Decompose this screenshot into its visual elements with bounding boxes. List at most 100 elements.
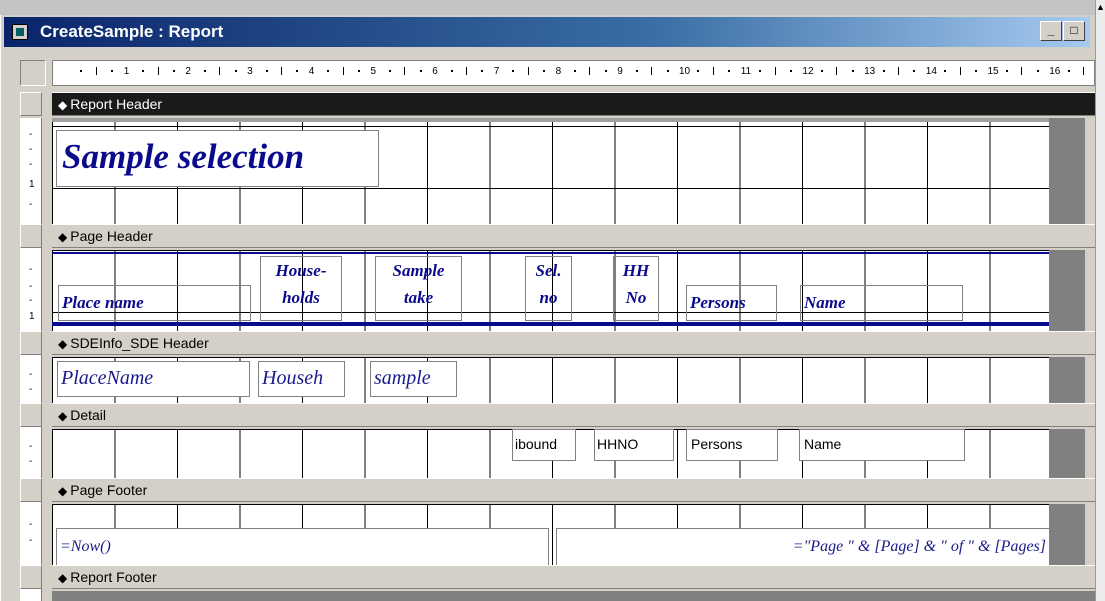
- vruler-number: 1: [29, 179, 35, 190]
- vruler-dash: -: [29, 519, 33, 530]
- unbound-field[interactable]: ibound: [512, 429, 576, 461]
- ruler-tick: [157, 67, 159, 75]
- households-field[interactable]: Househ: [258, 361, 345, 397]
- section-arrow-icon: ◆: [58, 230, 68, 244]
- sample-field[interactable]: sample: [370, 361, 457, 397]
- section-bar-report-header[interactable]: ◆ Report Header: [52, 92, 1095, 116]
- ruler-tick: [759, 70, 762, 72]
- section-label: Page Header: [70, 228, 153, 244]
- ruler-tick: [280, 67, 282, 75]
- window-title: CreateSample : Report: [40, 22, 224, 41]
- ruler-tick: [789, 70, 792, 72]
- ruler-tick: [543, 70, 546, 72]
- persons-field[interactable]: Persons: [686, 429, 778, 461]
- section-label: SDEInfo_SDE Header: [70, 335, 209, 351]
- ruler-tick: [203, 70, 206, 72]
- ruler-tick: [419, 70, 422, 72]
- sel-no-label[interactable]: Sel. no: [525, 256, 572, 321]
- ruler-tick: [882, 70, 885, 72]
- top-strip: [0, 0, 1105, 15]
- maximize-button[interactable]: □: [1063, 21, 1085, 41]
- vertical-scrollbar[interactable]: [1095, 0, 1105, 601]
- header-top-line: [52, 252, 1049, 254]
- section-bar-report-footer[interactable]: ◆ Report Footer: [52, 565, 1095, 589]
- vruler-dash: -: [29, 441, 33, 452]
- place-name-label[interactable]: Place name: [58, 285, 251, 321]
- ruler-tick: [1036, 70, 1039, 72]
- ruler-tick: [234, 70, 237, 72]
- section-selector-page-footer[interactable]: [20, 478, 42, 502]
- ruler-number: 1: [123, 66, 130, 77]
- section-selector-report-header[interactable]: [20, 92, 42, 116]
- header-bottom-line: [52, 322, 1049, 326]
- ruler-tick: [651, 67, 653, 75]
- ruler-tick: [774, 67, 776, 75]
- ruler-tick: [574, 70, 577, 72]
- ruler-number: 11: [740, 66, 752, 77]
- vruler-dash: -: [29, 456, 33, 467]
- vruler-dash: -: [29, 264, 33, 275]
- vruler-dash: -: [29, 369, 33, 380]
- section-bar-group-header[interactable]: ◆ SDEInfo_SDE Header: [52, 331, 1095, 355]
- ruler-tick: [944, 70, 947, 72]
- section-bar-page-footer[interactable]: ◆ Page Footer: [52, 478, 1095, 502]
- report-title-label[interactable]: Sample selection: [56, 130, 379, 187]
- section-selector-group-header[interactable]: [20, 331, 42, 355]
- section-gray-margin: [1049, 504, 1085, 565]
- ruler-tick: [589, 67, 591, 75]
- report-footer-area[interactable]: [52, 591, 1095, 601]
- section-arrow-icon: ◆: [58, 337, 68, 351]
- ruler-tick: [481, 70, 484, 72]
- ruler-tick: [712, 67, 714, 75]
- ruler-tick: [450, 70, 453, 72]
- ruler-number: 7: [493, 66, 500, 77]
- ruler-tick: [95, 67, 97, 75]
- ruler-number: 13: [864, 66, 876, 77]
- ruler-tick: [836, 67, 838, 75]
- ruler-number: 16: [1049, 66, 1061, 77]
- ruler-number: 15: [987, 66, 999, 77]
- ruler-tick: [635, 70, 638, 72]
- households-label[interactable]: House- holds: [260, 256, 342, 321]
- ruler-tick: [172, 70, 175, 72]
- vruler-dash: -: [29, 129, 33, 140]
- ruler-tick: [142, 70, 145, 72]
- persons-label[interactable]: Persons: [686, 285, 777, 321]
- vruler-dash: -: [29, 535, 33, 546]
- ruler-tick: [1083, 67, 1085, 75]
- sample-take-label[interactable]: Sample take: [375, 256, 462, 321]
- scroll-up-arrow-icon[interactable]: ▲: [1096, 2, 1105, 12]
- page-number-field[interactable]: ="Page " & [Page] & " of " & [Pages]: [556, 528, 1050, 567]
- name-field[interactable]: Name: [799, 429, 965, 461]
- ruler-tick: [820, 70, 823, 72]
- section-selector-report-footer[interactable]: [20, 565, 42, 589]
- ruler-tick: [404, 67, 406, 75]
- section-gray-margin: [1049, 118, 1085, 224]
- section-gray-margin: [1049, 250, 1085, 331]
- section-label: Detail: [70, 407, 107, 423]
- ruler-tick: [80, 70, 83, 72]
- ruler-tick: [388, 70, 391, 72]
- hhno-field[interactable]: HHNO: [594, 429, 674, 461]
- section-bar-detail[interactable]: ◆ Detail: [52, 403, 1095, 427]
- ruler-tick: [728, 70, 731, 72]
- section-label: Report Footer: [70, 569, 157, 585]
- ruler-tick: [959, 67, 961, 75]
- section-bar-page-header[interactable]: ◆ Page Header: [52, 224, 1095, 248]
- section-selector-detail[interactable]: [20, 403, 42, 427]
- now-field[interactable]: =Now(): [56, 528, 549, 567]
- minimize-button[interactable]: _: [1040, 21, 1062, 41]
- ruler-tick: [219, 67, 221, 75]
- ruler-tick: [666, 70, 669, 72]
- hh-no-label[interactable]: HH No: [613, 256, 659, 321]
- ruler-tick: [604, 70, 607, 72]
- horizontal-ruler[interactable]: 1 2 3 4 5 6 7 8 9 10 11 12 13 14 15 16: [52, 60, 1095, 86]
- ruler-tick: [697, 70, 700, 72]
- ruler-corner-button[interactable]: [20, 60, 46, 86]
- ruler-tick: [527, 67, 529, 75]
- section-selector-page-header[interactable]: [20, 224, 42, 248]
- section-label: Report Header: [70, 96, 163, 112]
- ruler-number: 6: [432, 66, 438, 77]
- placename-field[interactable]: PlaceName: [57, 361, 250, 397]
- name-label[interactable]: Name: [800, 285, 963, 321]
